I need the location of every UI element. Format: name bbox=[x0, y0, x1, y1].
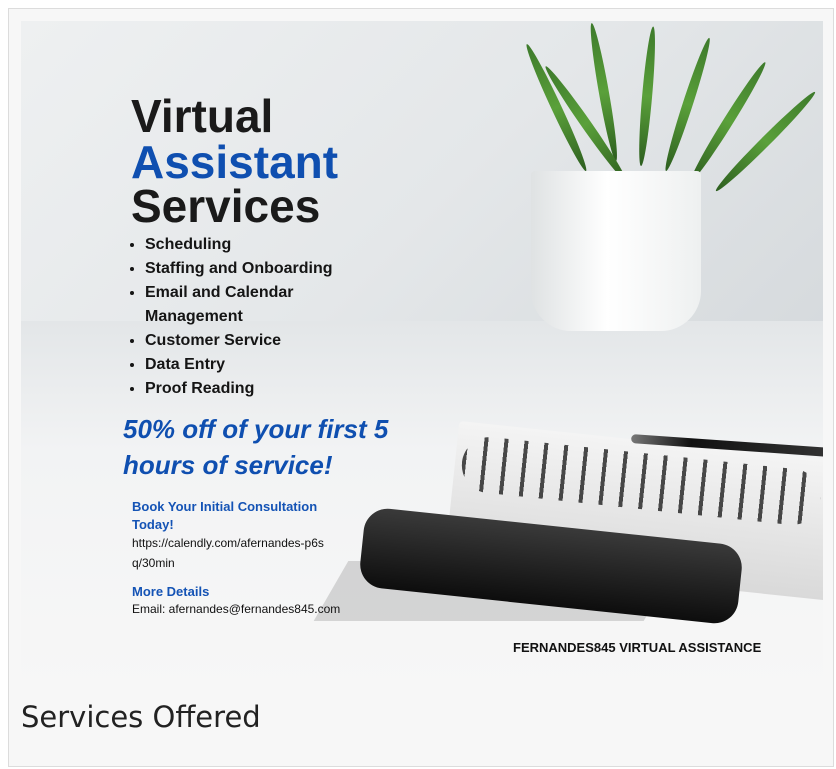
list-item: Email and Calendar Management bbox=[145, 281, 385, 329]
contact-email: Email: afernandes@fernandes845.com bbox=[132, 602, 341, 616]
title-services: Services bbox=[131, 180, 321, 232]
plant-leaf bbox=[636, 26, 659, 167]
list-item: Proof Reading bbox=[145, 377, 385, 401]
list-item: Staffing and Onboarding bbox=[145, 257, 385, 281]
more-details-heading: More Details bbox=[132, 584, 210, 599]
title-assistant: Assistant bbox=[131, 136, 339, 188]
plant-pot bbox=[531, 171, 701, 331]
consultation-heading: Book Your Initial Consultation Today! bbox=[132, 499, 318, 532]
list-item: Customer Service bbox=[145, 329, 385, 353]
list-item: Data Entry bbox=[145, 353, 385, 377]
consultation-link: https://calendly.com/afernandes-p6sq/30m… bbox=[132, 536, 324, 570]
image-caption: Services Offered bbox=[21, 700, 261, 734]
services-list: Scheduling Staffing and Onboarding Email… bbox=[121, 233, 385, 401]
plant-leaf bbox=[712, 88, 819, 195]
list-item: Scheduling bbox=[145, 233, 385, 257]
promo-text: 50% off of your first 5 hours of service… bbox=[123, 414, 389, 480]
image-card: Virtual Assistant Services Scheduling St… bbox=[8, 8, 834, 767]
title-virtual: Virtual bbox=[131, 90, 274, 142]
brand-name: FERNANDES845 VIRTUAL ASSISTANCE bbox=[513, 640, 762, 655]
services-flyer-image[interactable]: Virtual Assistant Services Scheduling St… bbox=[21, 21, 823, 691]
